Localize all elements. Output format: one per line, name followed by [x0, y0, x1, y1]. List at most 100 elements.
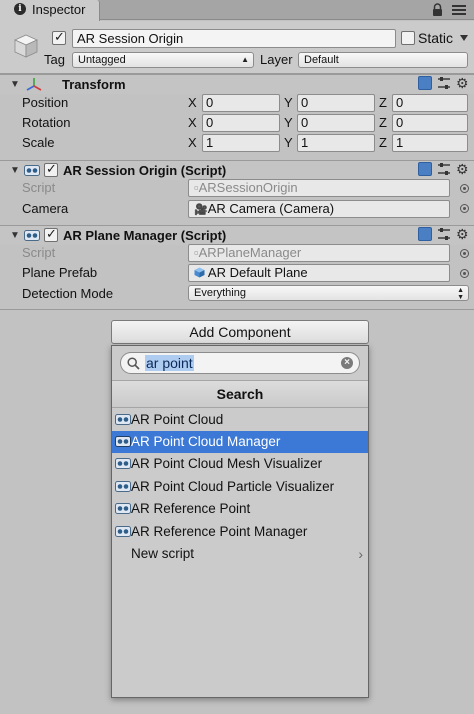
position-z-field[interactable]: 0 — [392, 94, 468, 112]
tab-inspector-label: Inspector — [32, 2, 86, 17]
plane-prefab-field[interactable]: AR Default Plane — [188, 264, 450, 282]
layer-label: Layer — [260, 52, 293, 67]
session-origin-script-field: ▫ARSessionOrigin — [188, 179, 450, 197]
script-component-icon — [115, 526, 131, 537]
position-label: Position — [22, 95, 69, 110]
updown-arrow-icon: ▲ — [241, 55, 249, 64]
plane-manager-enabled-checkbox[interactable] — [44, 227, 58, 242]
help-book-icon[interactable] — [418, 76, 432, 90]
plane-prefab-label: Plane Prefab — [22, 265, 98, 280]
position-x-field[interactable]: 0 — [202, 94, 280, 112]
transform-foldout-icon[interactable]: ▼ — [10, 79, 20, 90]
scale-x-field[interactable]: 1 — [202, 134, 280, 152]
gear-icon[interactable]: ⚙ — [456, 76, 471, 91]
position-y-field[interactable]: 0 — [297, 94, 375, 112]
preset-sliders-icon[interactable] — [437, 162, 451, 176]
object-picker-icon[interactable] — [460, 249, 469, 258]
menu-icon[interactable] — [452, 5, 466, 15]
session-origin-title: AR Session Origin (Script) — [63, 163, 227, 178]
list-item[interactable]: AR Reference Point — [112, 498, 368, 520]
chevron-right-icon: › — [358, 546, 363, 562]
camera-label: Camera — [22, 201, 69, 216]
lock-icon[interactable] — [432, 3, 443, 16]
list-item-label: New script — [131, 546, 195, 561]
rotation-x-axis: X — [188, 115, 197, 130]
scale-z-axis: Z — [379, 135, 387, 150]
list-item-selected[interactable]: AR Point Cloud Manager — [112, 431, 368, 453]
detection-mode-dropdown[interactable]: Everything ▲ ▼ — [188, 285, 469, 301]
info-icon: i — [14, 3, 26, 15]
camera-icon: 🎥 — [194, 204, 208, 216]
layer-dropdown[interactable]: Default — [298, 52, 468, 68]
rotation-z-axis: Z — [379, 115, 387, 130]
tab-inspector[interactable]: i Inspector — [0, 0, 100, 21]
divider — [0, 309, 474, 310]
search-results-title: Search — [112, 380, 368, 408]
gear-icon[interactable]: ⚙ — [456, 227, 471, 242]
tag-dropdown-value: Untagged — [78, 54, 126, 66]
scale-label: Scale — [22, 135, 55, 150]
tag-dropdown[interactable]: Untagged ▲ — [72, 52, 254, 68]
list-item[interactable]: AR Point Cloud Mesh Visualizer — [112, 453, 368, 475]
rotation-y-axis: Y — [284, 115, 293, 130]
plane-manager-script-value: ARPlaneManager — [198, 245, 302, 260]
component-search-input[interactable]: ar point × — [120, 352, 360, 374]
plane-manager-script-field: ▫ARPlaneManager — [188, 244, 450, 262]
detection-mode-value: Everything — [194, 287, 246, 299]
search-icon — [127, 357, 140, 370]
object-picker-icon[interactable] — [460, 269, 469, 278]
rotation-x-field[interactable]: 0 — [202, 114, 280, 132]
new-script-item[interactable]: New script › — [112, 543, 368, 565]
static-label: Static — [418, 30, 454, 46]
script-component-icon — [24, 165, 40, 176]
script-component-icon — [115, 458, 131, 469]
position-x-axis: X — [188, 95, 197, 110]
list-item[interactable]: AR Point Cloud — [112, 409, 368, 431]
script-component-icon — [115, 436, 131, 447]
help-book-icon[interactable] — [418, 227, 432, 241]
camera-value: AR Camera (Camera) — [207, 201, 335, 216]
plane-manager-title: AR Plane Manager (Script) — [63, 228, 227, 243]
preset-sliders-icon[interactable] — [437, 227, 451, 241]
rotation-y-field[interactable]: 0 — [297, 114, 375, 132]
session-origin-script-value: ARSessionOrigin — [198, 180, 298, 195]
plane-prefab-value: AR Default Plane — [207, 265, 308, 280]
camera-field[interactable]: 🎥AR Camera (Camera) — [188, 200, 450, 218]
position-z-axis: Z — [379, 95, 387, 110]
layer-dropdown-value: Default — [304, 54, 339, 66]
detection-mode-label: Detection Mode — [22, 286, 114, 301]
object-picker-icon[interactable] — [460, 184, 469, 193]
scale-z-field[interactable]: 1 — [392, 134, 468, 152]
active-checkbox[interactable] — [52, 30, 66, 45]
prefab-cube-icon — [194, 267, 205, 278]
object-name-field[interactable]: AR Session Origin — [72, 29, 396, 48]
search-query-text: ar point — [145, 355, 194, 371]
list-item-label: AR Point Cloud Mesh Visualizer — [131, 456, 323, 471]
position-y-axis: Y — [284, 95, 293, 110]
session-origin-foldout-icon[interactable]: ▼ — [10, 165, 20, 176]
object-picker-icon[interactable] — [460, 204, 469, 213]
transform-title: Transform — [62, 77, 126, 92]
scale-y-axis: Y — [284, 135, 293, 150]
static-checkbox[interactable] — [401, 31, 415, 45]
rotation-label: Rotation — [22, 115, 71, 130]
session-origin-enabled-checkbox[interactable] — [44, 162, 58, 177]
preset-sliders-icon[interactable] — [437, 76, 451, 90]
static-dropdown-arrow-icon[interactable] — [460, 35, 468, 41]
add-component-button[interactable]: Add Component — [111, 320, 369, 344]
list-item[interactable]: AR Point Cloud Particle Visualizer — [112, 476, 368, 498]
rotation-z-field[interactable]: 0 — [392, 114, 468, 132]
help-book-icon[interactable] — [418, 162, 432, 176]
plane-manager-foldout-icon[interactable]: ▼ — [10, 230, 20, 241]
gameobject-cube-icon — [14, 34, 38, 58]
list-item[interactable]: AR Reference Point Manager — [112, 521, 368, 543]
script-component-icon — [24, 230, 40, 241]
list-item-label: AR Point Cloud Particle Visualizer — [131, 479, 335, 494]
gear-icon[interactable]: ⚙ — [456, 162, 471, 177]
session-origin-script-label: Script — [22, 180, 56, 195]
script-component-icon — [115, 481, 131, 492]
scale-x-axis: X — [188, 135, 197, 150]
transform-axes-icon — [26, 78, 42, 91]
clear-search-icon[interactable]: × — [341, 357, 353, 369]
scale-y-field[interactable]: 1 — [297, 134, 375, 152]
